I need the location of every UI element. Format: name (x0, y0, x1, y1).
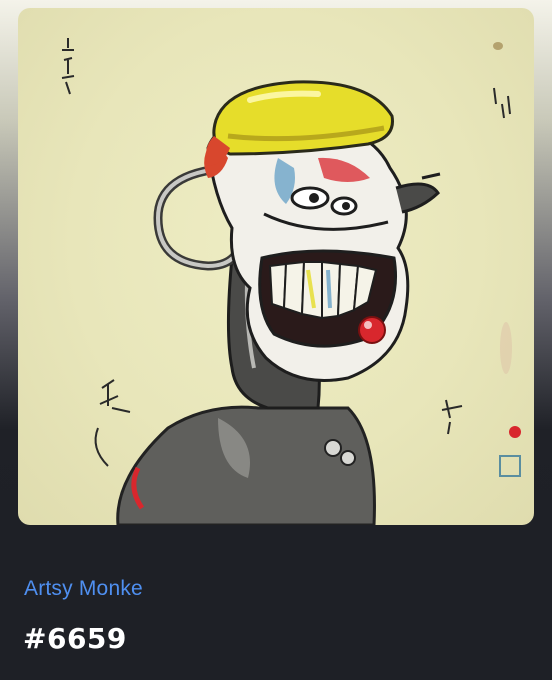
collection-link[interactable]: Artsy Monke (24, 577, 143, 601)
ear-spike (421, 172, 441, 180)
nft-card-info: Artsy Monke #6659 (0, 525, 552, 680)
seal-stamp (499, 455, 521, 477)
nft-artwork (61, 38, 521, 525)
pupil (309, 193, 319, 203)
tooth-color (326, 269, 332, 309)
button (324, 439, 342, 457)
stain-mark (500, 322, 512, 374)
nft-image[interactable] (18, 8, 534, 525)
button (340, 450, 356, 466)
nose-highlight (364, 321, 372, 329)
token-title: #6659 (23, 622, 127, 655)
red-seal-dot (509, 426, 521, 438)
ear (395, 182, 440, 214)
red-nose (358, 316, 386, 344)
stain-mark (493, 42, 503, 50)
pupil (342, 202, 350, 210)
